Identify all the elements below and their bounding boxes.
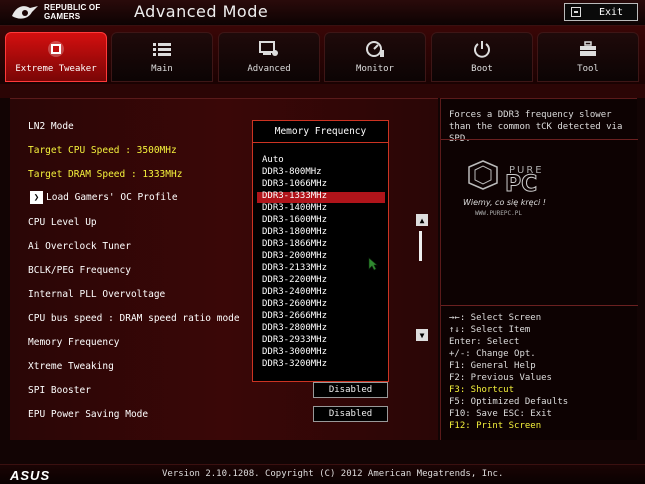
submenu-arrow-icon: ❯: [30, 191, 43, 204]
brand-text: REPUBLIC OF GAMERS: [44, 3, 100, 21]
setting-target-cpu-speed: Target CPU Speed : 3500MHz: [28, 145, 177, 156]
exit-icon: [571, 7, 581, 17]
setting-bclk-peg-frequency[interactable]: BCLK/PEG Frequency: [28, 265, 131, 276]
tab-label: Extreme Tweaker: [15, 64, 97, 74]
power-icon: [471, 40, 493, 58]
option-item[interactable]: DDR3-3000MHz: [262, 347, 327, 357]
divider: [441, 305, 638, 306]
key-hint-shortcut[interactable]: F3: Shortcut: [449, 385, 514, 395]
sub-bar: [0, 84, 645, 98]
svg-text:WWW.PUREPC.PL: WWW.PUREPC.PL: [475, 210, 522, 217]
key-hint: F5: Optimized Defaults: [449, 397, 569, 407]
tab-label: Monitor: [356, 64, 394, 74]
option-item[interactable]: DDR3-2933MHz: [262, 335, 327, 345]
key-hint: ↑↓: Select Item: [449, 325, 531, 335]
option-item[interactable]: Auto: [262, 155, 284, 165]
setting-load-oc-profile[interactable]: ❯ Load Gamers' OC Profile: [30, 191, 178, 204]
version-text: Version 2.10.1208. Copyright (C) 2012 Am…: [162, 469, 504, 479]
option-item[interactable]: DDR3-2200MHz: [262, 275, 327, 285]
setting-cpu-level-up[interactable]: CPU Level Up: [28, 217, 97, 228]
setting-memory-frequency[interactable]: Memory Frequency: [28, 337, 120, 348]
asus-logo: ASUS: [10, 468, 51, 483]
option-item[interactable]: DDR3-2400MHz: [262, 287, 327, 297]
page-title: Advanced Mode: [134, 2, 269, 21]
exit-button[interactable]: Exit: [564, 3, 638, 21]
tab-tool[interactable]: Tool: [537, 32, 639, 82]
option-item[interactable]: DDR3-1800MHz: [262, 227, 327, 237]
scroll-down-button[interactable]: ▼: [416, 329, 428, 341]
gauge-icon: [364, 40, 386, 58]
key-hint: →←: Select Screen: [449, 313, 542, 323]
option-item[interactable]: DDR3-2666MHz: [262, 311, 327, 321]
popup-title: Memory Frequency: [253, 121, 388, 143]
setting-label: Load Gamers' OC Profile: [46, 192, 178, 203]
tab-extreme-tweaker[interactable]: Extreme Tweaker: [5, 32, 107, 82]
tab-advanced[interactable]: Advanced: [218, 32, 320, 82]
option-item[interactable]: DDR3-1400MHz: [262, 203, 327, 213]
setting-internal-pll-overvoltage[interactable]: Internal PLL Overvoltage: [28, 289, 165, 300]
brand-line-1: REPUBLIC OF: [44, 3, 101, 12]
svg-text:Wiemy, co się kręci !: Wiemy, co się kręci !: [463, 198, 546, 207]
option-item-selected[interactable]: DDR3-1333MHz: [262, 191, 327, 201]
tab-label: Tool: [577, 64, 599, 74]
option-item[interactable]: DDR3-1600MHz: [262, 215, 327, 225]
option-item[interactable]: DDR3-2600MHz: [262, 299, 327, 309]
tab-main[interactable]: Main: [111, 32, 213, 82]
setting-ln2-mode[interactable]: LN2 Mode: [28, 121, 74, 132]
memory-frequency-popup: Memory Frequency Auto DDR3-800MHz DDR3-1…: [252, 120, 389, 382]
footer-bar: ASUS Version 2.10.1208. Copyright (C) 20…: [0, 464, 645, 484]
setting-target-dram-speed: Target DRAM Speed : 1333MHz: [28, 169, 183, 180]
option-item[interactable]: DDR3-1866MHz: [262, 239, 327, 249]
top-bar: REPUBLIC OF GAMERS Advanced Mode Exit: [0, 0, 645, 26]
tab-bar: Extreme Tweaker Main Advanced Monitor Bo…: [0, 26, 645, 84]
tab-monitor[interactable]: Monitor: [324, 32, 426, 82]
option-item[interactable]: DDR3-2800MHz: [262, 323, 327, 333]
list-icon: [151, 40, 173, 58]
key-hint: Enter: Select: [449, 337, 520, 347]
tab-label: Boot: [471, 64, 493, 74]
help-panel: Forces a DDR3 frequency slower than the …: [440, 98, 638, 440]
cpu-chip-icon: [45, 40, 67, 58]
key-hint: F1: General Help: [449, 361, 536, 371]
option-item[interactable]: DDR3-2000MHz: [262, 251, 327, 261]
settings-screen-icon: [258, 40, 280, 58]
rog-logo-icon: [12, 6, 38, 19]
setting-spi-booster[interactable]: SPI Booster: [28, 385, 91, 396]
spi-booster-value[interactable]: Disabled: [313, 382, 388, 398]
tab-label: Advanced: [247, 64, 291, 74]
divider: [441, 139, 638, 140]
key-hint-print-screen[interactable]: F12: Print Screen: [449, 421, 541, 431]
setting-xtreme-tweaking[interactable]: Xtreme Tweaking: [28, 361, 114, 372]
mouse-cursor-icon: [368, 257, 378, 271]
toolbox-icon: [577, 40, 599, 58]
epu-power-saving-value[interactable]: Disabled: [313, 406, 388, 422]
tab-boot[interactable]: Boot: [431, 32, 533, 82]
exit-label: Exit: [599, 6, 624, 18]
option-item[interactable]: DDR3-2133MHz: [262, 263, 327, 273]
option-item[interactable]: DDR3-800MHz: [262, 167, 322, 177]
key-hint: +/-: Change Opt.: [449, 349, 536, 359]
purepc-watermark-logo: PURE PC Wiemy, co się kręci ! WWW.PUREPC…: [463, 160, 546, 217]
brand-line-2: GAMERS: [44, 12, 81, 21]
option-item[interactable]: DDR3-1066MHz: [262, 179, 327, 189]
setting-bus-dram-ratio[interactable]: CPU bus speed : DRAM speed ratio mode: [28, 313, 240, 324]
tab-label: Main: [151, 64, 173, 74]
key-hint: F2: Previous Values: [449, 373, 552, 383]
setting-epu-power-saving[interactable]: EPU Power Saving Mode: [28, 409, 148, 420]
option-item[interactable]: DDR3-3200MHz: [262, 359, 327, 369]
scroll-up-button[interactable]: ▲: [416, 214, 428, 226]
key-hint: F10: Save ESC: Exit: [449, 409, 552, 419]
svg-text:PC: PC: [505, 172, 537, 197]
setting-ai-overclock-tuner[interactable]: Ai Overclock Tuner: [28, 241, 131, 252]
scrollbar-thumb[interactable]: [419, 231, 422, 261]
